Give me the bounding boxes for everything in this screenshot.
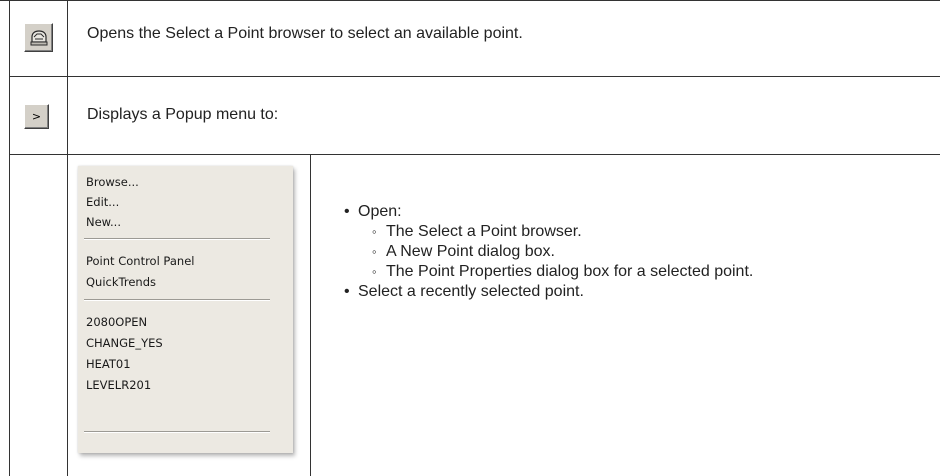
- table-border-top: [0, 0, 940, 1]
- chevron-right-icon: >: [31, 110, 42, 123]
- open-item-new-point: A New Point dialog box.: [386, 243, 555, 260]
- sub-bullet-icon: ◦: [372, 224, 377, 239]
- inner-column-divider: [310, 154, 311, 476]
- popup-menu-button[interactable]: >: [24, 104, 49, 129]
- select-recent-label: Select a recently selected point.: [358, 283, 584, 300]
- table-border-left: [9, 0, 10, 476]
- description-table: Opens the Select a Point browser to sele…: [0, 0, 940, 476]
- open-label: Open:: [358, 203, 402, 220]
- open-item-properties: The Point Properties dialog box for a se…: [386, 263, 754, 280]
- menu-item-quicktrends[interactable]: QuickTrends: [86, 275, 156, 289]
- menu-item-recent-point[interactable]: LEVELR201: [86, 378, 151, 392]
- open-item-browser: The Select a Point browser.: [386, 223, 582, 240]
- sub-bullet-icon: ◦: [372, 244, 377, 259]
- menu-item-new[interactable]: New...: [86, 215, 121, 229]
- menu-item-point-control-panel[interactable]: Point Control Panel: [86, 254, 194, 268]
- select-point-icon: [30, 29, 47, 45]
- menu-item-recent-point[interactable]: HEAT01: [86, 357, 131, 371]
- popup-menu-description: Displays a Popup menu to:: [87, 106, 279, 123]
- menu-item-browse[interactable]: Browse...: [86, 175, 139, 189]
- row-divider-2: [9, 154, 940, 155]
- column-divider: [67, 0, 68, 476]
- menu-item-recent-point[interactable]: CHANGE_YES: [86, 336, 163, 350]
- select-point-description: Opens the Select a Point browser to sele…: [87, 25, 523, 42]
- popup-menu: Browse... Edit... New... Point Control P…: [78, 166, 293, 453]
- bullet-icon: •: [344, 283, 350, 300]
- bullet-icon: •: [344, 203, 350, 220]
- menu-item-recent-point[interactable]: 2080OPEN: [86, 315, 147, 329]
- sub-bullet-icon: ◦: [372, 264, 377, 279]
- menu-separator-1: [84, 238, 270, 240]
- menu-separator-2: [84, 299, 270, 301]
- menu-item-edit[interactable]: Edit...: [86, 195, 119, 209]
- menu-separator-3: [84, 431, 270, 433]
- select-point-button[interactable]: [24, 23, 53, 52]
- row-divider-1: [9, 76, 940, 77]
